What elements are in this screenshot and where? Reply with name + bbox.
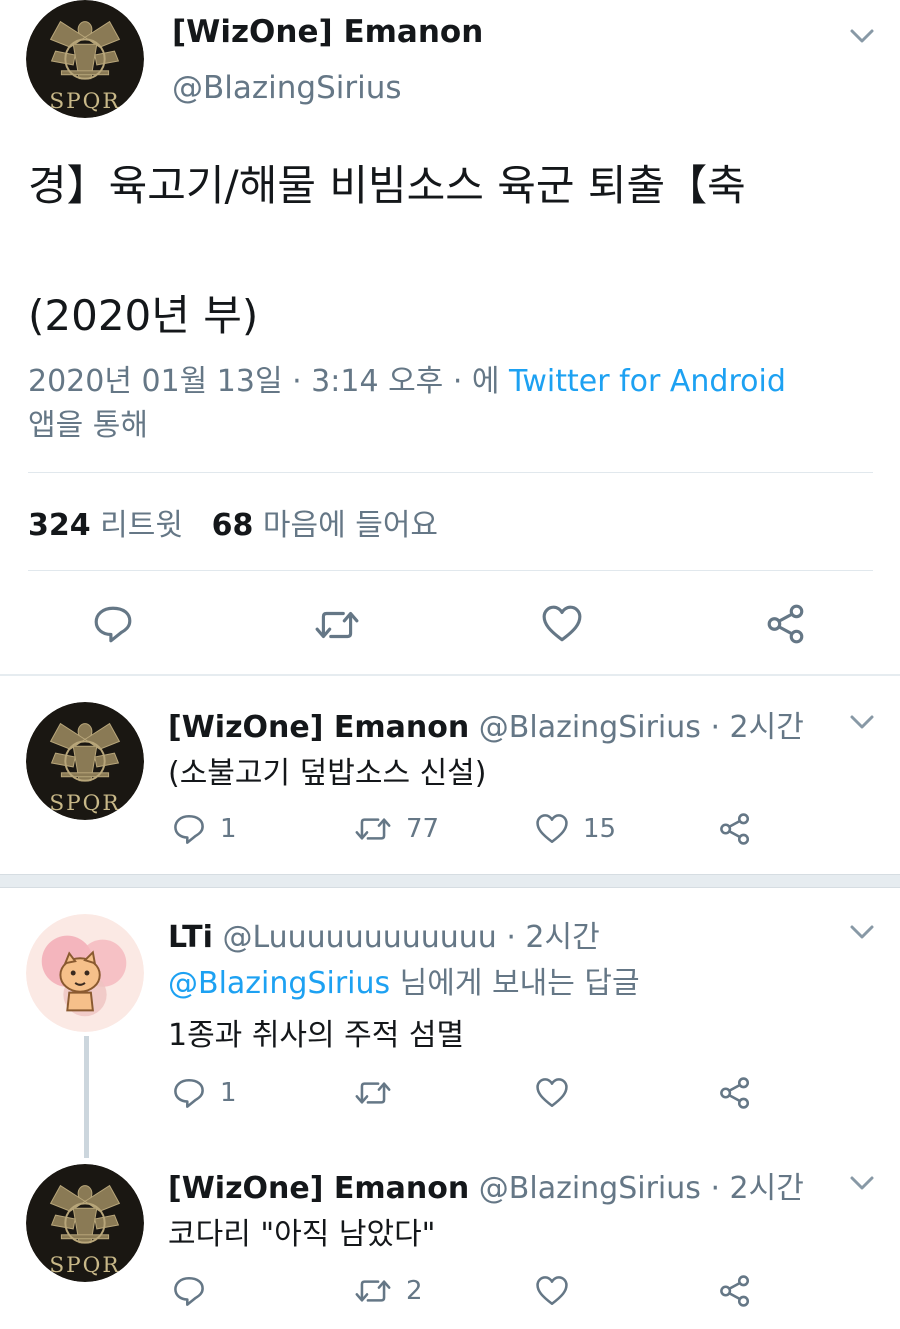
reply-icon [92,603,134,645]
retweet-label[interactable]: 리트윗 [100,508,183,543]
reply-button[interactable]: 1 [172,1076,237,1110]
reply-text: (소불고기 덮밥소스 신설) [168,756,487,791]
reply-author-handle[interactable]: @BlazingSirius [479,1171,701,1206]
like-icon [535,812,569,846]
section-separator [0,874,900,888]
retweet-icon [354,1274,392,1308]
retweet-button[interactable] [354,1076,392,1110]
like-button[interactable]: 15 [535,812,616,846]
like-icon [535,1274,569,1308]
share-icon [765,603,807,645]
reply-icon [172,812,206,846]
reply-author-name[interactable]: [WizOne] Emanon [168,1171,469,1206]
source-link[interactable]: Twitter for Android [509,364,786,399]
reply-header: [WizOne] Emanon @BlazingSirius · 2시간 [168,702,804,746]
reply-time: · 2시간 [700,1171,804,1206]
share-button[interactable] [718,1274,752,1308]
reply-author-handle[interactable]: @BlazingSirius [479,710,701,745]
author-handle[interactable]: @BlazingSirius [172,70,402,106]
reply-button[interactable] [172,1274,206,1308]
reply-author-handle[interactable]: @Luuuuuuuuuuuu [222,920,496,955]
avatar[interactable] [26,914,144,1032]
reply-time: · 2시간 [496,920,600,955]
share-button[interactable] [718,1076,752,1110]
tweet-meta: 2020년 01월 13일 · 3:14 오후 · 에 Twitter for … [28,360,868,448]
like-icon [535,1076,569,1110]
reply-text: 1종과 취사의 주적 섬멸 [168,1018,465,1053]
divider [28,472,873,473]
retweet-count: 2 [406,1276,423,1306]
reply-button[interactable] [92,603,134,645]
thread-connector [84,1036,89,1158]
like-button[interactable] [535,1274,569,1308]
like-label[interactable]: 마음에 들어요 [263,508,438,543]
reply-to-handle[interactable]: @BlazingSirius [168,966,390,1001]
share-button[interactable] [718,812,752,846]
like-icon [541,603,583,645]
retweet-count[interactable]: 324 [28,508,91,543]
chevron-down-icon[interactable] [848,922,876,942]
tweet-text-line2: (2020년 부) [28,291,259,340]
reply-icon [172,1274,206,1308]
tweet-text-line1: 경】육고기/해물 비빔소스 육군 퇴출【축 [28,161,746,210]
retweet-button[interactable]: 77 [354,812,439,846]
share-button[interactable] [765,603,807,645]
reply-count: 1 [220,1078,237,1108]
retweet-icon [314,604,360,646]
reply-button[interactable]: 1 [172,812,237,846]
avatar[interactable] [26,1164,144,1282]
retweet-count: 77 [406,814,440,844]
retweet-button[interactable]: 2 [354,1274,423,1308]
tweet-stats: 324 리트윗 68 마음에 들어요 [28,500,438,544]
like-count[interactable]: 68 [212,508,254,543]
avatar[interactable] [26,702,144,820]
reply-text: 코다리 "아직 남았다" [168,1217,436,1252]
chevron-down-icon[interactable] [848,712,876,732]
author-name[interactable]: [WizOne] Emanon [172,14,483,50]
divider [28,570,873,571]
retweet-button[interactable] [314,604,360,646]
avatar[interactable] [26,0,144,118]
reply-header: LTi @Luuuuuuuuuuuu · 2시간 [168,912,600,956]
reply-icon [172,1076,206,1110]
retweet-icon [354,812,392,846]
share-icon [718,1076,752,1110]
reply-context: @BlazingSirius 님에게 보내는 답글 [168,958,640,1002]
reply-count: 1 [220,814,237,844]
share-icon [718,1274,752,1308]
share-icon [718,812,752,846]
reply-to-label: 님에게 보내는 답글 [390,966,640,1001]
divider [0,674,900,676]
like-button[interactable] [541,603,583,645]
reply-header: [WizOne] Emanon @BlazingSirius · 2시간 [168,1163,804,1207]
reply-author-name[interactable]: [WizOne] Emanon [168,710,469,745]
reply-time: · 2시간 [700,710,804,745]
via-label: 앱을 통해 [28,408,148,443]
like-count: 15 [583,814,617,844]
tweet-datetime: 2020년 01월 13일 · 3:14 오후 · 에 [28,364,510,399]
like-button[interactable] [535,1076,569,1110]
chevron-down-icon[interactable] [848,1173,876,1193]
retweet-icon [354,1076,392,1110]
chevron-down-icon[interactable] [848,26,876,46]
reply-author-name[interactable]: LTi [168,920,213,955]
